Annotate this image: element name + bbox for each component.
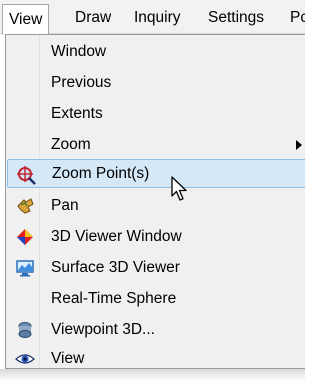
viewpoint-3d-icon [15,320,35,340]
menu-item-viewpoint-3d[interactable]: Viewpoint 3D... [7,315,305,344]
menu-item-label: Surface 3D Viewer [51,259,180,276]
mouse-cursor-icon [171,176,189,202]
menubar-item-settings[interactable]: Settings [201,4,271,32]
bottom-shadow [0,369,305,381]
zoom-point-icon [16,165,36,185]
submenu-arrow-icon [296,140,302,150]
menubar-item-inquiry[interactable]: Inquiry [127,4,188,32]
pan-icon [15,196,35,216]
menubar-item-view[interactable]: View [2,4,50,35]
menu-item-label: Window [51,43,107,60]
menu-item-label: 3D Viewer Window [51,228,182,245]
menu-item-label: Viewpoint 3D... [51,321,155,338]
menubar-item-partial[interactable]: Pc [283,4,305,32]
menu-item-3d-viewer-window[interactable]: 3D Viewer Window [7,222,305,251]
menu-item-label: Real-Time Sphere [51,290,177,307]
menu-item-window[interactable]: Window [7,37,305,66]
surface-3d-icon [15,258,35,278]
menu-item-extents[interactable]: Extents [7,99,305,128]
menubar-item-draw[interactable]: Draw [68,4,118,32]
menu-item-real-time-sphere[interactable]: Real-Time Sphere [7,284,305,313]
menu-item-label: Zoom Point(s) [52,165,150,182]
menubar: View Draw Inquiry Settings Pc [0,0,305,35]
menu-item-label: Previous [51,74,112,91]
menu-item-surface-3d-viewer[interactable]: Surface 3D Viewer [7,253,305,282]
menu-item-label: Zoom [51,136,91,153]
menu-item-zoom-points[interactable]: Zoom Point(s) [7,159,305,188]
menu-item-pan[interactable]: Pan [7,191,305,220]
screen: View Draw Inquiry Settings Pc Window Pre… [0,0,305,381]
menu-item-zoom[interactable]: Zoom [7,130,305,159]
menu-item-label: Pan [51,197,79,214]
menu-item-label: Extents [51,105,103,122]
view-menu-dropdown: Window Previous Extents Zoom Zoom Point(… [5,34,305,369]
eye-icon [15,349,35,369]
menu-item-previous[interactable]: Previous [7,68,305,97]
3d-viewer-icon [15,227,35,247]
